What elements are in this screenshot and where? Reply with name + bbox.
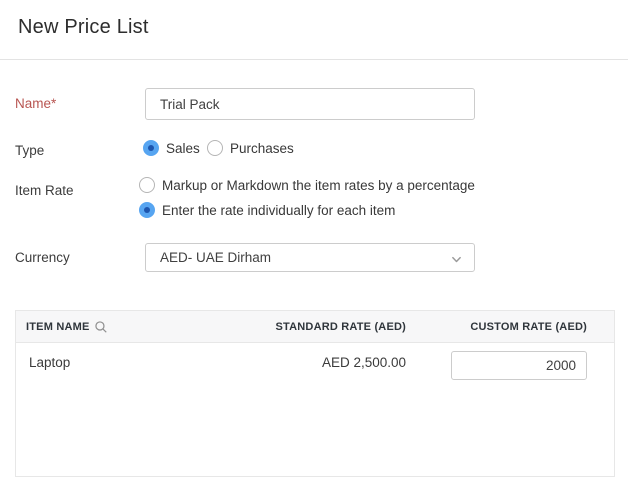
chevron-down-icon xyxy=(451,253,462,268)
radio-label: Markup or Markdown the item rates by a p… xyxy=(162,178,475,193)
new-price-list-form: New Price List Name* Type Sales Purchase… xyxy=(0,0,628,496)
page-title: New Price List xyxy=(18,16,149,39)
custom-rate-cell xyxy=(406,343,614,380)
divider xyxy=(0,59,628,60)
item-rate-option-individual[interactable]: Enter the rate individually for each ite… xyxy=(139,202,395,218)
name-input[interactable] xyxy=(145,88,475,120)
currency-selected-value: AED- UAE Dirham xyxy=(160,250,271,265)
item-name-cell: Laptop xyxy=(16,343,266,370)
radio-unselected-icon[interactable] xyxy=(139,177,155,193)
radio-selected-icon[interactable] xyxy=(143,140,159,156)
custom-rate-input[interactable] xyxy=(451,351,587,380)
radio-label: Sales xyxy=(166,141,200,156)
radio-label: Purchases xyxy=(230,141,294,156)
table-header-row: ITEM NAME STANDARD RATE (AED) CUSTOM RAT… xyxy=(16,311,614,343)
column-header-item-name: ITEM NAME xyxy=(16,320,266,334)
column-header-custom-rate: CUSTOM RATE (AED) xyxy=(406,321,614,333)
name-label: Name* xyxy=(15,96,56,111)
currency-label: Currency xyxy=(15,250,70,265)
radio-selected-icon[interactable] xyxy=(139,202,155,218)
standard-rate-cell: AED 2,500.00 xyxy=(266,343,406,370)
item-rate-option-markup[interactable]: Markup or Markdown the item rates by a p… xyxy=(139,177,475,193)
price-list-items-table: ITEM NAME STANDARD RATE (AED) CUSTOM RAT… xyxy=(15,310,615,477)
radio-unselected-icon[interactable] xyxy=(207,140,223,156)
type-label: Type xyxy=(15,143,44,158)
currency-select[interactable]: AED- UAE Dirham xyxy=(145,243,475,272)
column-header-standard-rate: STANDARD RATE (AED) xyxy=(266,321,406,333)
table-row: Laptop AED 2,500.00 xyxy=(16,343,614,380)
type-option-purchases[interactable]: Purchases xyxy=(207,140,294,156)
type-option-sales[interactable]: Sales xyxy=(143,140,200,156)
search-icon[interactable] xyxy=(94,320,108,334)
radio-label: Enter the rate individually for each ite… xyxy=(162,203,395,218)
item-rate-label: Item Rate xyxy=(15,183,74,198)
